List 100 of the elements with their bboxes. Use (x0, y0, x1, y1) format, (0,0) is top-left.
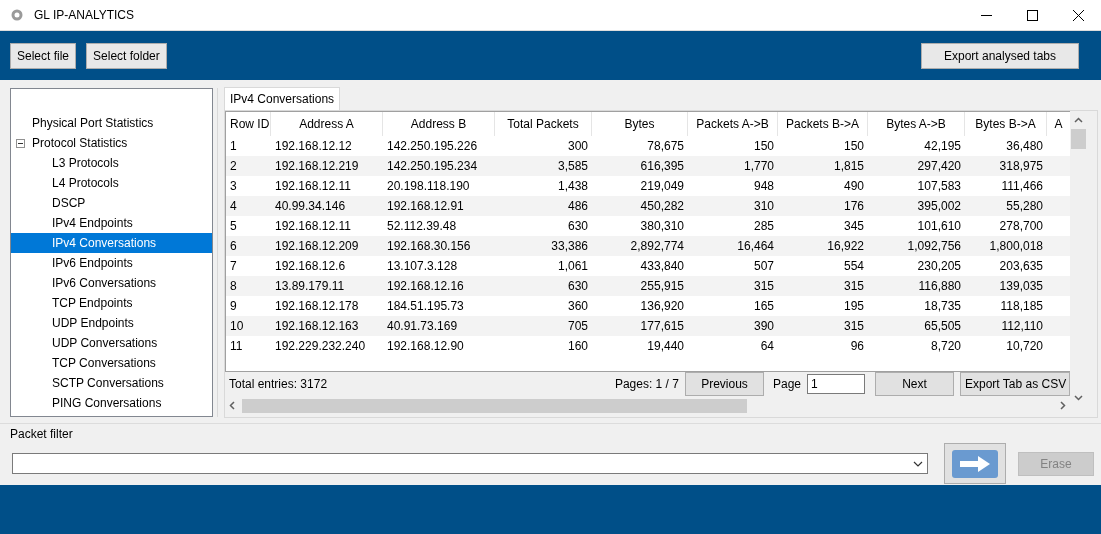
tree-item[interactable]: IPv4 Endpoints (11, 213, 212, 233)
export-button[interactable]: Export analysed tabs (921, 42, 1079, 69)
toolbar-button[interactable]: Select file (10, 42, 77, 69)
tree-item[interactable]: IPv6 Conversations (11, 273, 212, 293)
table-cell-text: 630 (566, 278, 589, 295)
table-cell-text: 176 (842, 198, 865, 215)
column-header[interactable]: Bytes A->B (868, 112, 965, 136)
tree-item[interactable]: UDP Conversations (11, 333, 212, 353)
table-cell-text: 255,915 (639, 278, 685, 295)
page-count: Pages: 1 / 7 (614, 377, 679, 391)
column-header[interactable]: Address A (271, 112, 383, 136)
table-cell-text: 705 (566, 318, 589, 335)
table-cell-text: 195 (842, 298, 865, 315)
table-cell-text: 230,205 (916, 258, 962, 275)
tree-item[interactable]: Physical Port Statistics (11, 113, 212, 133)
scroll-right-icon[interactable] (1060, 401, 1066, 410)
export-csv-button[interactable]: Export Tab as CSV (960, 372, 1070, 396)
table-cell-text: 315 (752, 278, 775, 295)
table-cell-text: 7 (229, 258, 238, 275)
tree-item[interactable]: SCTP Conversations (11, 373, 212, 393)
tree-item[interactable]: IPv6 Endpoints (11, 253, 212, 273)
table-cell-text: 13.107.3.128 (386, 258, 459, 275)
tree-item[interactable]: DSCP (11, 193, 212, 213)
tree-item[interactable]: UDP Endpoints (11, 313, 212, 333)
column-header[interactable]: Bytes B->A (965, 112, 1047, 136)
table-cell-text: 192.168.12.219 (274, 158, 360, 175)
table-cell-text: 8,720 (929, 338, 962, 355)
table-cell-text: 160 (566, 338, 589, 355)
table-cell-text: 1,770 (742, 158, 775, 175)
table-cell-text: 192.168.12.12 (274, 138, 353, 155)
table-cell-text: 192.168.12.91 (386, 198, 465, 215)
page-field[interactable]: 1 (807, 374, 865, 394)
tree-item[interactable]: IPv4 Conversations (11, 233, 212, 253)
table-cell-text: 1,061 (556, 258, 589, 275)
table-cell-text: 11 (229, 338, 244, 355)
table-cell-text: 184.51.195.73 (386, 298, 465, 315)
page-label: Page (772, 377, 801, 391)
table-cell-text: 507 (752, 258, 775, 275)
table-cell-text: 40.91.73.169 (386, 318, 459, 335)
tree-item[interactable]: L3 Protocols (11, 153, 212, 173)
table-cell-text: 192.168.12.11 (274, 178, 352, 195)
table-cell-text: 6 (229, 238, 238, 255)
caret-icon[interactable] (913, 460, 923, 467)
next-button[interactable]: Next (875, 372, 954, 396)
column-header[interactable]: Bytes (592, 112, 688, 136)
table-cell-text: 554 (842, 258, 865, 275)
tree-item[interactable]: TCP Conversations (11, 353, 212, 373)
table-cell-text: 192.168.12.163 (274, 318, 360, 335)
tab[interactable]: IPv4 Conversations (224, 87, 341, 110)
table-cell-text: 948 (752, 178, 775, 195)
table-cell-text: 192.168.12.178 (274, 298, 360, 315)
tree-item[interactable]: TCP Endpoints (11, 293, 212, 313)
column-header[interactable]: Packets A->B (688, 112, 778, 136)
table-cell-text: 192.168.12.16 (386, 278, 465, 295)
table-cell-text: 150 (752, 138, 775, 155)
table-cell-text: 65,505 (923, 318, 962, 335)
packet-filter-field[interactable] (12, 453, 928, 474)
table-cell-text: 20.198.118.190 (386, 178, 471, 195)
table-cell-text: 1 (229, 138, 238, 155)
table-cell-text: 1,815 (832, 158, 865, 175)
table-cell-text: 192.229.232.240 (274, 338, 367, 355)
scroll-left-icon[interactable] (229, 401, 235, 410)
tree-item[interactable]: L4 Protocols (11, 173, 212, 193)
table-cell-text: 9 (229, 298, 238, 315)
apply-filter-button[interactable] (944, 443, 1006, 484)
table-cell-text: 10,720 (1005, 338, 1044, 355)
column-header[interactable]: Address B (383, 112, 495, 136)
table-cell-text: 78,675 (646, 138, 685, 155)
table-cell-text: 192.168.30.156 (386, 238, 472, 255)
table-cell-text: 10 (229, 318, 245, 335)
table-cell-text: 310 (752, 198, 775, 215)
scroll-thumb[interactable] (1071, 129, 1086, 149)
table-cell-text: 177,615 (639, 318, 685, 335)
table-cell-text: 5 (229, 218, 238, 235)
table-cell-text: 52.112.39.48 (386, 218, 458, 235)
table-cell-text: 2,892,774 (629, 238, 685, 255)
tree-item[interactable]: PING Conversations (11, 393, 212, 413)
table-cell-text: 315 (842, 278, 865, 295)
table-cell-text: 96 (849, 338, 865, 355)
gear-icon (10, 8, 24, 22)
table-cell-text: 2 (229, 158, 238, 175)
table-cell-text: 219,049 (639, 178, 685, 195)
previous-button[interactable]: Previous (684, 372, 764, 396)
table-cell-text: 450,282 (639, 198, 685, 215)
close-icon (1072, 9, 1084, 21)
scroll-down-icon[interactable] (1074, 395, 1083, 401)
table-cell-text: 390 (752, 318, 775, 335)
table-cell-text: 1,438 (556, 178, 589, 195)
table-cell-text: 1,800,018 (988, 238, 1044, 255)
column-header[interactable]: Total Packets (495, 112, 592, 136)
table-cell-text: 107,583 (916, 178, 962, 195)
scroll-up-icon[interactable] (1074, 117, 1083, 123)
table-cell-text: 36,480 (1005, 138, 1044, 155)
column-header[interactable]: Row ID (226, 112, 271, 136)
column-header[interactable]: Packets B->A (778, 112, 868, 136)
table-cell-text: 380,310 (639, 218, 685, 235)
scroll-thumb[interactable] (242, 398, 747, 413)
collapse-icon[interactable] (16, 138, 25, 148)
tree-item[interactable]: Protocol Statistics (11, 133, 212, 153)
toolbar-button[interactable]: Select folder (86, 42, 167, 69)
